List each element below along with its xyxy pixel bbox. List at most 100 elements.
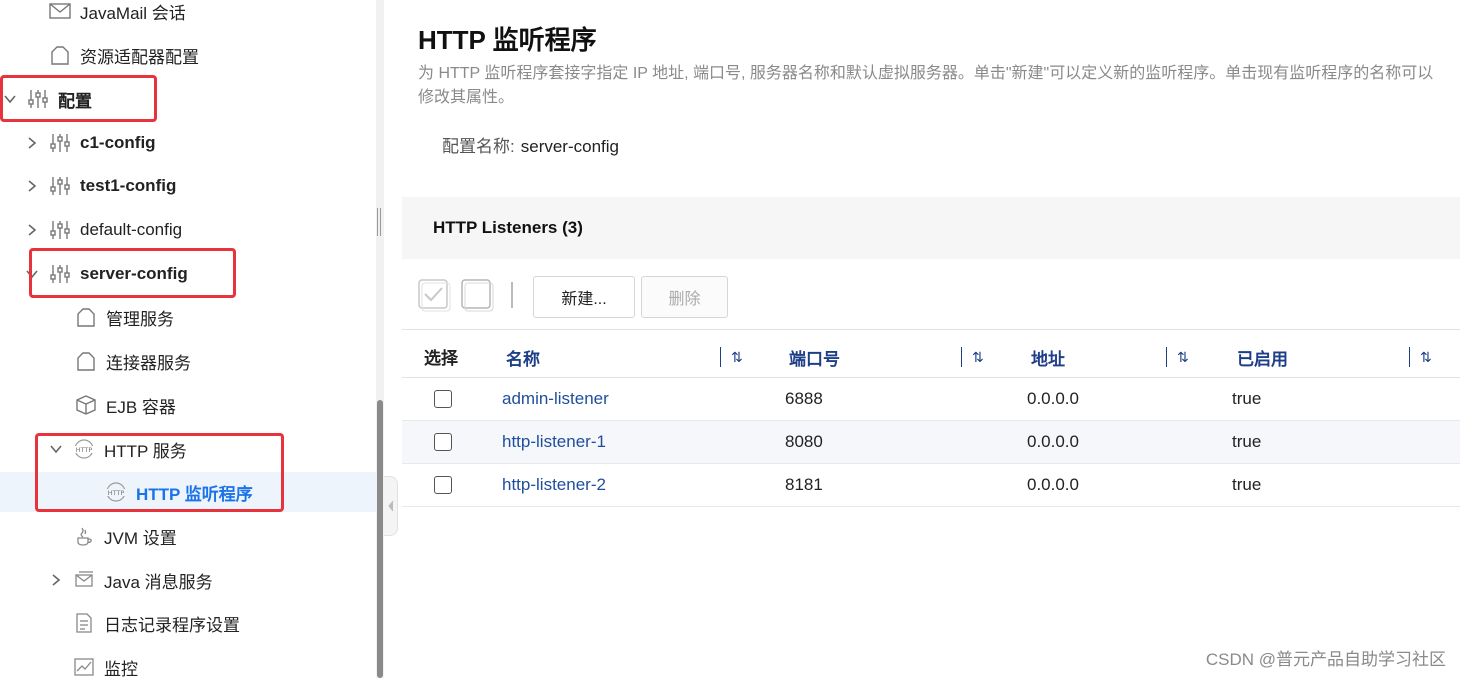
tree-item-logger-settings[interactable]: 日志记录程序设置 <box>0 603 376 643</box>
sort-port-button[interactable]: ⇅ <box>961 346 984 368</box>
listener-name-link[interactable]: admin-listener <box>502 389 609 409</box>
splitter-grip[interactable] <box>377 208 381 236</box>
log-icon <box>72 611 96 635</box>
chevron-right-icon[interactable] <box>24 178 40 194</box>
chevron-right-icon[interactable] <box>24 222 40 238</box>
tree-item-label: server-config <box>80 264 188 283</box>
tree-item-resource-adapter[interactable]: 资源适配器配置 <box>0 35 376 75</box>
sliders-icon <box>48 262 72 286</box>
column-header-select: 选择 <box>424 349 458 368</box>
sort-name-button[interactable]: ⇅ <box>720 346 743 368</box>
navigation-tree: JavaMail 会话 资源适配器配置 配置 c1-config test1-c… <box>0 0 376 678</box>
tree-item-javamail[interactable]: JavaMail 会话 <box>0 0 376 31</box>
collapse-sidebar-button[interactable] <box>384 476 398 536</box>
tree-item-label: 配置 <box>58 91 92 111</box>
tree-item-label: EJB 容器 <box>106 397 176 417</box>
tree-item-label: test1-config <box>80 176 177 195</box>
main-content: HTTP 监听程序 为 HTTP 监听程序套接字指定 IP 地址, 端口号, 服… <box>402 0 1460 678</box>
table-row: http-listener-1 8080 0.0.0.0 true <box>402 421 1460 464</box>
listener-name-link[interactable]: http-listener-2 <box>502 475 606 495</box>
svg-text:HTTP: HTTP <box>76 446 93 454</box>
tree-item-label: 日志记录程序设置 <box>104 615 240 635</box>
tree-item-jvm-settings[interactable]: JVM 设置 <box>0 516 376 556</box>
deselect-all-icon <box>461 279 494 312</box>
tree-item-http-listeners[interactable]: HTTP HTTP 监听程序 <box>0 472 376 512</box>
chevron-right-icon[interactable] <box>48 572 64 588</box>
svg-text:HTTP: HTTP <box>108 489 125 497</box>
listener-port: 8181 <box>785 475 823 494</box>
chevron-down-icon[interactable] <box>24 266 40 282</box>
http-icon: HTTP <box>72 437 96 461</box>
listener-enabled: true <box>1232 475 1262 494</box>
listener-address: 0.0.0.0 <box>1027 475 1079 494</box>
chevron-right-icon[interactable] <box>24 135 40 151</box>
sidebar-scrollbar-thumb[interactable] <box>377 400 383 678</box>
select-all-button[interactable] <box>416 277 452 313</box>
page-title: HTTP 监听程序 <box>418 25 597 55</box>
delete-button[interactable]: 删除 <box>641 276 728 318</box>
select-all-icon <box>418 279 451 312</box>
tree-item-configurations[interactable]: 配置 <box>0 79 376 119</box>
tree-item-label: JavaMail 会话 <box>80 3 186 23</box>
sort-icon: ⇅ <box>731 348 743 365</box>
toolbar-separator <box>511 282 513 308</box>
tree-item-default-config[interactable]: default-config <box>0 210 376 250</box>
java-icon <box>72 524 96 548</box>
tree-item-label: 监控 <box>104 659 138 678</box>
message-icon <box>72 568 96 592</box>
chevron-left-icon <box>387 500 393 512</box>
tree-item-admin-service[interactable]: 管理服务 <box>0 297 376 337</box>
connector-icon <box>74 349 98 373</box>
table-row: admin-listener 6888 0.0.0.0 true <box>402 378 1460 421</box>
tree-item-java-message-service[interactable]: Java 消息服务 <box>0 560 376 600</box>
tree-item-label: HTTP 监听程序 <box>136 484 253 504</box>
table-caption: HTTP Listeners (3) <box>433 218 583 237</box>
column-header-port[interactable]: 端口号 <box>789 345 840 370</box>
column-header-name[interactable]: 名称 <box>506 345 540 370</box>
table-caption-bar: HTTP Listeners (3) <box>402 197 1460 259</box>
sort-enabled-button[interactable]: ⇅ <box>1409 346 1432 368</box>
table-row: http-listener-2 8181 0.0.0.0 true <box>402 464 1460 507</box>
tree-item-test1-config[interactable]: test1-config <box>0 166 376 206</box>
listener-address: 0.0.0.0 <box>1027 389 1079 408</box>
row-checkbox[interactable] <box>434 433 452 451</box>
sort-icon: ⇅ <box>1420 348 1432 365</box>
tree-item-monitoring[interactable]: 监控 <box>0 647 376 678</box>
listener-enabled: true <box>1232 389 1262 408</box>
chevron-down-icon[interactable] <box>2 91 18 107</box>
listener-enabled: true <box>1232 432 1262 451</box>
tree-item-server-config[interactable]: server-config <box>0 254 376 294</box>
tree-item-label: c1-config <box>80 133 156 152</box>
watermark-text: CSDN @普元产品自助学习社区 <box>1205 650 1446 669</box>
listener-name-link[interactable]: http-listener-1 <box>502 432 606 452</box>
tree-item-connector-service[interactable]: 连接器服务 <box>0 341 376 381</box>
tree-item-label: 管理服务 <box>106 309 174 329</box>
tree-item-http-service[interactable]: HTTP HTTP 服务 <box>0 429 376 469</box>
table-header-row: 选择 名称 ⇅ 端口号 ⇅ 地址 ⇅ 已启用 ⇅ <box>402 329 1460 378</box>
tree-item-label: Java 消息服务 <box>104 572 213 592</box>
config-name-label: 配置名称: <box>442 137 515 156</box>
deselect-all-button[interactable] <box>459 277 495 313</box>
tree-item-label: 资源适配器配置 <box>80 47 199 67</box>
sliders-icon <box>48 131 72 155</box>
sort-icon: ⇅ <box>972 348 984 365</box>
new-button[interactable]: 新建... <box>533 276 635 318</box>
row-checkbox[interactable] <box>434 476 452 494</box>
envelope-icon <box>48 0 72 23</box>
connector-icon <box>74 305 98 329</box>
chevron-down-icon[interactable] <box>48 441 64 457</box>
tree-item-ejb-container[interactable]: EJB 容器 <box>0 385 376 425</box>
row-checkbox[interactable] <box>434 390 452 408</box>
tree-item-label: HTTP 服务 <box>104 441 187 461</box>
cube-icon <box>74 393 98 417</box>
sort-address-button[interactable]: ⇅ <box>1166 346 1189 368</box>
listener-port: 6888 <box>785 389 823 408</box>
tree-item-label: 连接器服务 <box>106 353 191 373</box>
column-header-enabled[interactable]: 已启用 <box>1237 345 1288 370</box>
listener-address: 0.0.0.0 <box>1027 432 1079 451</box>
config-name-value: server-config <box>520 137 619 156</box>
tree-item-c1-config[interactable]: c1-config <box>0 123 376 163</box>
sliders-icon <box>26 87 50 111</box>
column-header-address[interactable]: 地址 <box>1031 345 1065 370</box>
sliders-icon <box>48 218 72 242</box>
